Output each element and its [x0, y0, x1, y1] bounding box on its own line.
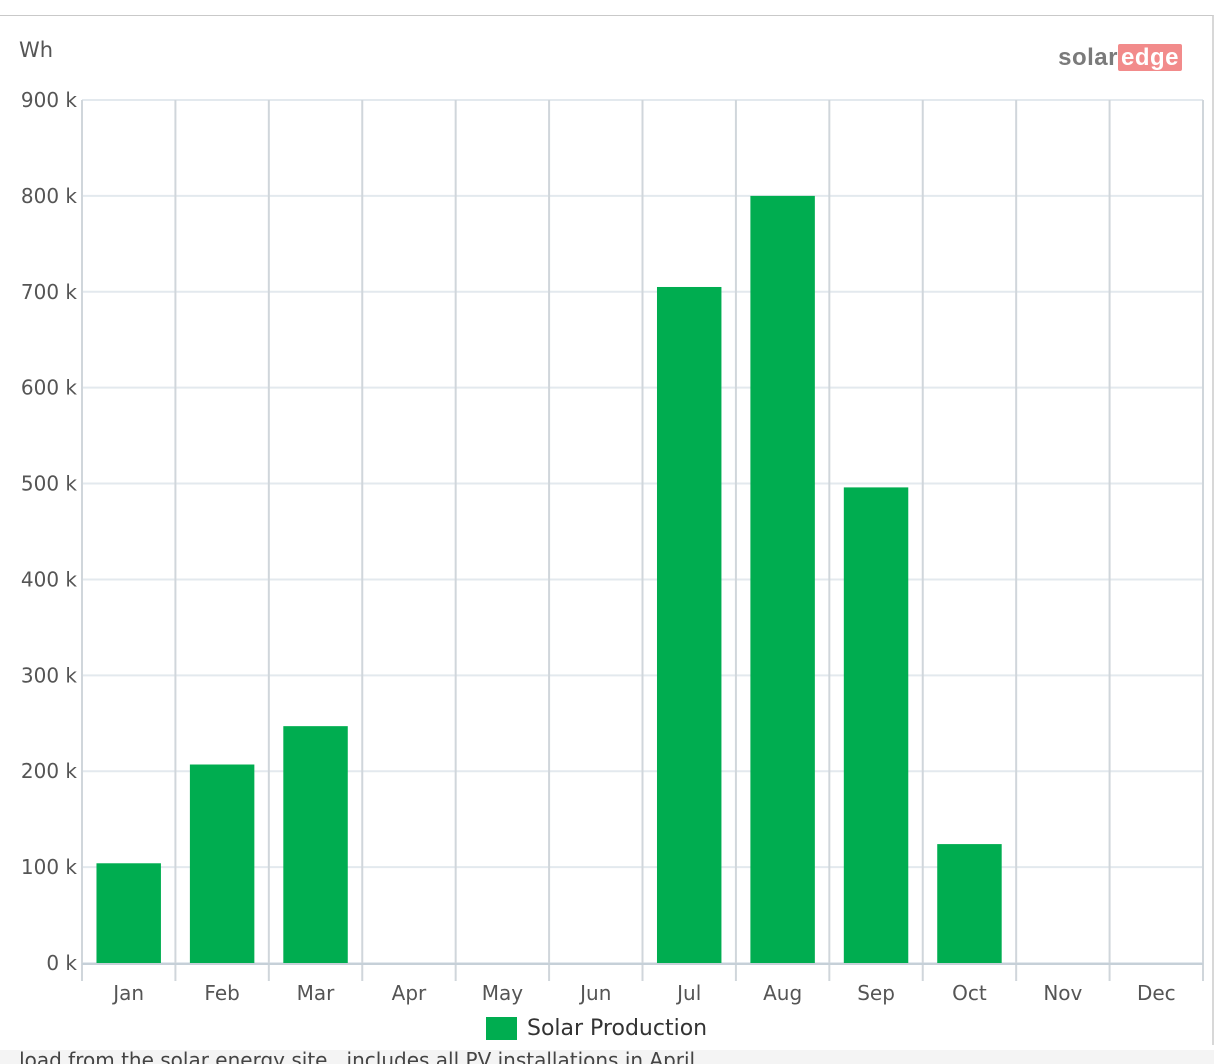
- x-tick-labels: Jan Feb Mar Apr May Jun Jul Aug Sep Oct Nov Dec: [111, 981, 1175, 1005]
- y-tick-label: 700 k: [21, 280, 78, 304]
- legend[interactable]: Solar Production: [486, 1016, 707, 1041]
- footer-text: ...load from the solar energy site...inc…: [0, 1050, 1214, 1064]
- bar-oct[interactable]: [937, 844, 1002, 963]
- y-tick-label: 300 k: [21, 663, 78, 687]
- y-tick-label: 0 k: [46, 951, 77, 975]
- y-tick-label: 200 k: [21, 759, 78, 783]
- y-tick-label: 500 k: [21, 472, 78, 496]
- x-tick-label: Jun: [578, 981, 611, 1005]
- y-tick-label: 900 k: [21, 88, 78, 112]
- y-tick-label: 600 k: [21, 376, 78, 400]
- y-tick-labels: 0 k 100 k 200 k 300 k 400 k 500 k 600 k 700 k 80…: [21, 88, 78, 975]
- x-tick-label: Mar: [297, 981, 336, 1005]
- x-tick-label: Aug: [763, 981, 802, 1005]
- legend-label: Solar Production: [527, 1016, 708, 1041]
- x-tick-label: Jul: [675, 981, 701, 1005]
- x-tick-label: Feb: [204, 981, 239, 1005]
- bar-jan[interactable]: [96, 863, 161, 963]
- x-tick-label: Oct: [952, 981, 987, 1005]
- x-tick-label: Dec: [1137, 981, 1176, 1005]
- x-tick-label: May: [482, 981, 524, 1005]
- bar-sep[interactable]: [843, 487, 909, 963]
- x-tick-label: Nov: [1043, 981, 1082, 1005]
- y-tick-label: 400 k: [21, 567, 78, 591]
- bar-feb[interactable]: [189, 764, 255, 963]
- bar-chart: 0 k 100 k 200 k 300 k 400 k 500 k 600 k 700 k 80…: [21, 88, 1204, 1005]
- y-tick-label: 100 k: [21, 855, 78, 879]
- x-tick-label: Sep: [857, 981, 895, 1005]
- bar-jul[interactable]: [656, 286, 722, 963]
- x-tick-label: Jan: [111, 981, 144, 1005]
- legend-swatch: [486, 1017, 517, 1040]
- y-tick-label: 800 k: [21, 184, 78, 208]
- bar-aug[interactable]: [750, 195, 815, 963]
- bar-mar[interactable]: [283, 726, 348, 963]
- x-tick-label: Apr: [392, 981, 427, 1005]
